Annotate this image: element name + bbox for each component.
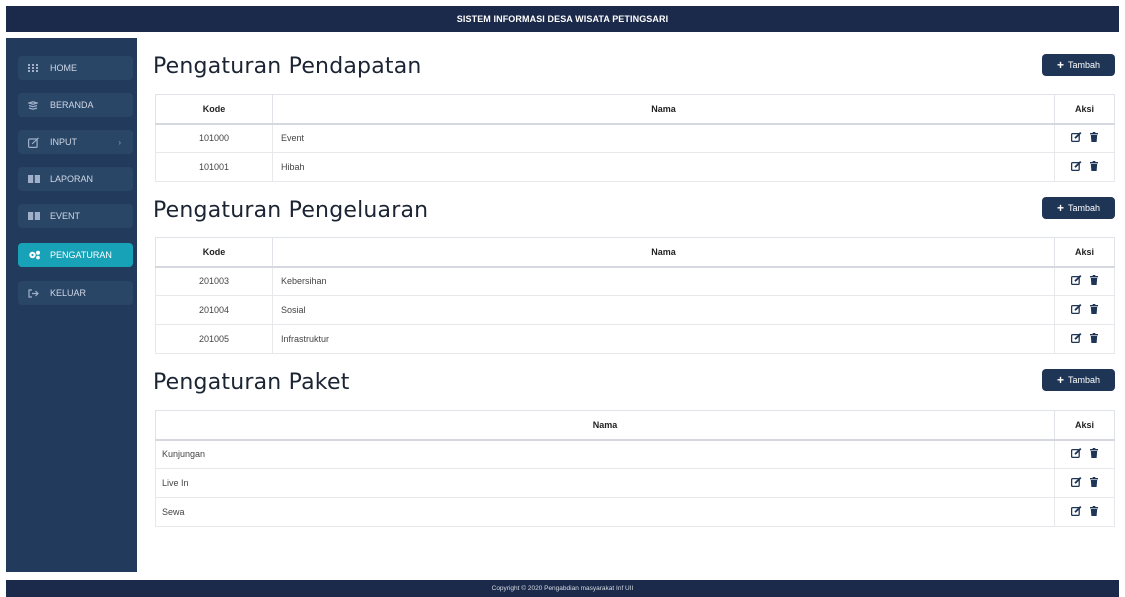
table-row: 101000 Event <box>155 123 1115 153</box>
sidebar-item-pengaturan[interactable]: PENGATURAN <box>18 243 133 267</box>
column-header-nama: Nama <box>272 94 1055 125</box>
app-header: SISTEM INFORMASI DESA WISATA PETINGSARI <box>6 6 1119 32</box>
plus-icon: + <box>1056 373 1064 387</box>
app-title: SISTEM INFORMASI DESA WISATA PETINGSARI <box>456 14 669 24</box>
cell-kode: 101001 <box>155 152 273 182</box>
section-title-pendapatan: Pengaturan Pendapatan <box>153 54 422 79</box>
column-header-aksi: Aksi <box>1054 410 1115 441</box>
edit-icon[interactable] <box>1071 304 1082 314</box>
sidebar-item-label: BERANDA <box>50 100 94 110</box>
trash-icon[interactable] <box>1090 132 1098 143</box>
cell-kode: 201005 <box>155 324 273 354</box>
cell-nama: Event <box>272 123 1055 153</box>
table-row: Live In <box>155 468 1115 498</box>
cell-nama: Kebersihan <box>272 266 1055 296</box>
chevron-right-icon: › <box>118 137 121 147</box>
sidebar-item-beranda[interactable]: BERANDA <box>18 93 133 117</box>
add-paket-button[interactable]: + Tambah <box>1042 369 1115 391</box>
cell-kode: 201004 <box>155 295 273 325</box>
trash-icon[interactable] <box>1090 161 1098 171</box>
add-button-label: Tambah <box>1067 203 1101 213</box>
table-header-row: Kode Nama Aksi <box>155 94 1115 125</box>
copyright-text: Copyright © 2020 Pengabdian masyarakat I… <box>491 585 634 592</box>
sidebar-item-label: PENGATURAN <box>50 250 112 260</box>
cell-aksi <box>1054 497 1115 527</box>
pendapatan-table: Kode Nama Aksi 101000 Event 101001 Hibah <box>155 94 1115 182</box>
sidebar-item-label: HOME <box>50 63 77 73</box>
trash-icon[interactable] <box>1090 448 1098 459</box>
cell-aksi <box>1054 152 1115 182</box>
column-header-aksi: Aksi <box>1054 237 1115 268</box>
sidebar-item-home[interactable]: HOME <box>18 56 133 80</box>
trash-icon[interactable] <box>1090 333 1098 343</box>
layers-icon <box>28 100 44 110</box>
edit-icon[interactable] <box>1071 275 1082 286</box>
edit-icon[interactable] <box>1071 477 1082 487</box>
main-content: Pengaturan Pendapatan + Tambah Kode Nama… <box>137 38 1119 572</box>
table-row: 201004 Sosial <box>155 295 1115 325</box>
cogs-icon <box>28 250 44 260</box>
cell-kode: 201003 <box>155 266 273 296</box>
plus-icon: + <box>1056 201 1064 215</box>
section-title-pengeluaran: Pengaturan Pengeluaran <box>153 198 429 223</box>
table-header-row: Nama Aksi <box>155 410 1115 441</box>
cell-nama: Infrastruktur <box>272 324 1055 354</box>
cell-nama: Kunjungan <box>155 439 1055 469</box>
sidebar-item-label: EVENT <box>50 211 81 221</box>
add-button-label: Tambah <box>1067 60 1101 70</box>
sidebar: HOME BERANDA INPUT › LAPORAN EVENT PENGA… <box>6 38 137 572</box>
cell-aksi <box>1054 266 1115 296</box>
table-row: 201003 Kebersihan <box>155 266 1115 296</box>
add-pengeluaran-button[interactable]: + Tambah <box>1042 197 1115 219</box>
table-row: Kunjungan <box>155 439 1115 469</box>
footer: Copyright © 2020 Pengabdian masyarakat I… <box>6 580 1119 597</box>
plus-icon: + <box>1056 58 1064 72</box>
cell-aksi <box>1054 439 1115 469</box>
edit-icon[interactable] <box>1071 132 1082 143</box>
column-header-kode: Kode <box>155 237 273 268</box>
cell-nama: Live In <box>155 468 1055 498</box>
trash-icon[interactable] <box>1090 304 1098 314</box>
sidebar-item-label: LAPORAN <box>50 174 94 184</box>
column-header-aksi: Aksi <box>1054 94 1115 125</box>
pengeluaran-table: Kode Nama Aksi 201003 Kebersihan 201004 … <box>155 237 1115 354</box>
trash-icon[interactable] <box>1090 506 1098 516</box>
cell-kode: 101000 <box>155 123 273 153</box>
table-row: 101001 Hibah <box>155 152 1115 182</box>
column-header-kode: Kode <box>155 94 273 125</box>
sidebar-item-label: KELUAR <box>50 288 87 298</box>
sidebar-item-laporan[interactable]: LAPORAN <box>18 167 133 191</box>
table-row: Sewa <box>155 497 1115 527</box>
sidebar-item-keluar[interactable]: KELUAR <box>18 281 133 305</box>
section-title-paket: Pengaturan Paket <box>153 370 350 395</box>
cell-aksi <box>1054 324 1115 354</box>
edit-icon <box>28 136 44 148</box>
sidebar-item-event[interactable]: EVENT <box>18 204 133 228</box>
cell-nama: Sewa <box>155 497 1055 527</box>
sidebar-item-input[interactable]: INPUT › <box>18 130 133 154</box>
sign-out-icon <box>28 288 44 298</box>
column-header-nama: Nama <box>272 237 1055 268</box>
edit-icon[interactable] <box>1071 333 1082 343</box>
book-icon <box>28 212 44 220</box>
trash-icon[interactable] <box>1090 275 1098 286</box>
column-header-nama: Nama <box>155 410 1055 441</box>
cell-aksi <box>1054 123 1115 153</box>
add-pendapatan-button[interactable]: + Tambah <box>1042 54 1115 76</box>
cell-aksi <box>1054 295 1115 325</box>
edit-icon[interactable] <box>1071 448 1082 459</box>
edit-icon[interactable] <box>1071 161 1082 171</box>
book-icon <box>28 175 44 183</box>
cell-nama: Hibah <box>272 152 1055 182</box>
sidebar-item-label: INPUT <box>50 137 77 147</box>
add-button-label: Tambah <box>1067 375 1101 385</box>
table-row: 201005 Infrastruktur <box>155 324 1115 354</box>
table-header-row: Kode Nama Aksi <box>155 237 1115 268</box>
grid-icon <box>28 64 44 72</box>
cell-aksi <box>1054 468 1115 498</box>
edit-icon[interactable] <box>1071 506 1082 516</box>
trash-icon[interactable] <box>1090 477 1098 487</box>
cell-nama: Sosial <box>272 295 1055 325</box>
paket-table: Nama Aksi Kunjungan Live In Sewa <box>155 410 1115 527</box>
